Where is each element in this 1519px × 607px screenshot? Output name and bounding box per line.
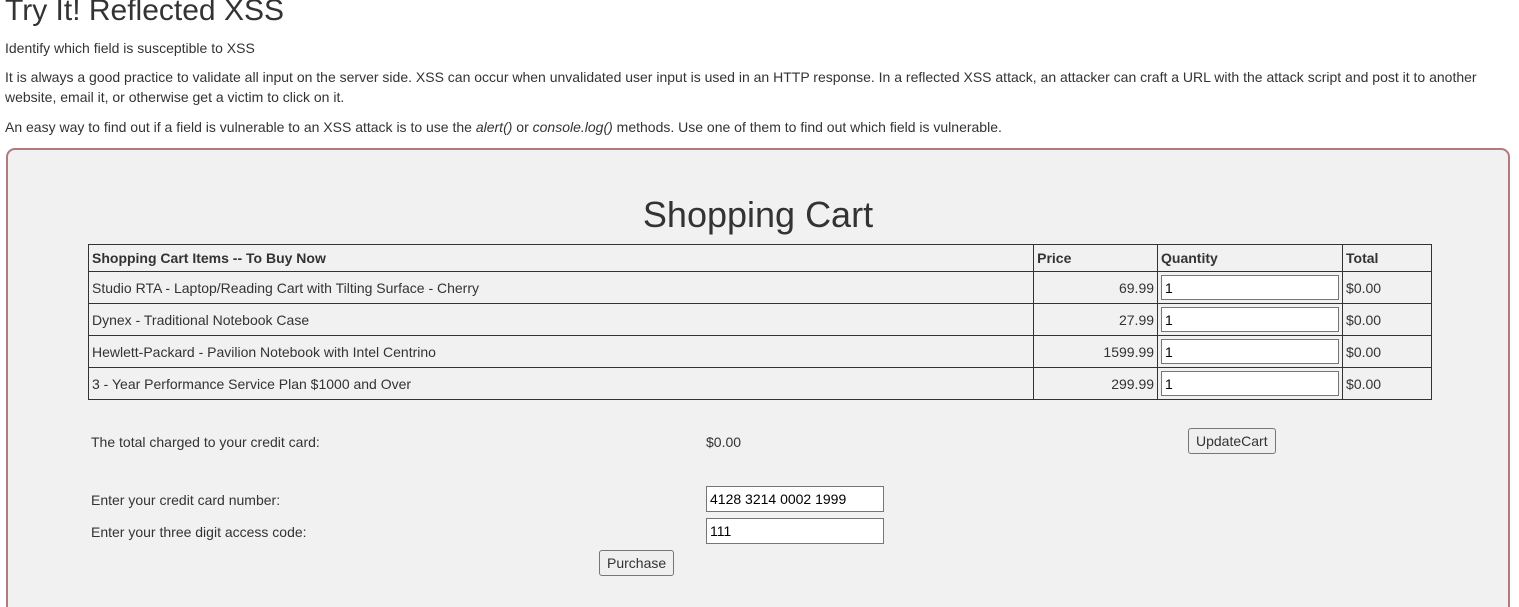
hint-console-method: console.log(): [532, 119, 613, 135]
column-header-price: Price: [1033, 244, 1159, 272]
quantity-input[interactable]: [1161, 275, 1340, 300]
item-name: Studio RTA - Laptop/Reading Cart with Ti…: [87, 271, 1035, 304]
quantity-input[interactable]: [1161, 307, 1340, 332]
credit-card-label: Enter your credit card number:: [91, 492, 281, 508]
item-name: 3 - Year Performance Service Plan $1000 …: [87, 367, 1035, 400]
page-subtitle: Identify which field is susceptible to X…: [5, 40, 255, 56]
cart-table: Shopping Cart Items -- To Buy Now Price …: [87, 244, 1432, 400]
credit-card-input[interactable]: [706, 486, 884, 512]
quantity-input[interactable]: [1161, 371, 1340, 396]
access-code-label: Enter your three digit access code:: [91, 524, 307, 540]
column-header-item: Shopping Cart Items -- To Buy Now: [87, 244, 1035, 272]
update-cart-button[interactable]: UpdateCart: [1188, 428, 1276, 454]
total-charged-label: The total charged to your credit card:: [91, 434, 320, 450]
item-name: Hewlett-Packard - Pavilion Notebook with…: [87, 335, 1035, 368]
purchase-button[interactable]: Purchase: [599, 550, 675, 576]
column-header-quantity: Quantity: [1157, 244, 1344, 272]
exercise-panel: Shopping Cart Shopping Cart Items -- To …: [6, 148, 1510, 607]
description-paragraph: It is always a good practice to validate…: [5, 69, 1477, 105]
column-header-total: Total: [1342, 244, 1432, 272]
table-row: Hewlett-Packard - Pavilion Notebook with…: [87, 335, 1432, 368]
table-row: 3 - Year Performance Service Plan $1000 …: [87, 367, 1432, 400]
cart-header-row: Shopping Cart Items -- To Buy Now Price …: [87, 244, 1432, 272]
hint-text-end: methods. Use one of them to find out whi…: [612, 119, 1002, 135]
table-row: Dynex - Traditional Notebook Case 27.99 …: [87, 303, 1432, 336]
hint-paragraph: An easy way to find out if a field is vu…: [5, 117, 1505, 137]
quantity-cell: [1157, 367, 1344, 400]
page-title: Try It! Reflected XSS: [5, 0, 284, 27]
item-name: Dynex - Traditional Notebook Case: [87, 303, 1035, 336]
total-charged-value: $0.00: [706, 434, 742, 450]
page: Try It! Reflected XSS Identify which fie…: [0, 0, 1519, 607]
item-price: 299.99: [1033, 367, 1159, 400]
item-total: $0.00: [1342, 367, 1432, 400]
access-code-input[interactable]: [706, 518, 884, 544]
table-row: Studio RTA - Laptop/Reading Cart with Ti…: [87, 271, 1432, 304]
quantity-input[interactable]: [1161, 339, 1340, 364]
quantity-cell: [1157, 303, 1344, 336]
item-price: 27.99: [1033, 303, 1159, 336]
cart-title: Shopping Cart: [642, 194, 874, 235]
hint-text-start: An easy way to find out if a field is vu…: [5, 119, 476, 135]
item-total: $0.00: [1342, 271, 1432, 304]
hint-text-or: or: [512, 119, 533, 135]
item-price: 1599.99: [1033, 335, 1159, 368]
item-total: $0.00: [1342, 303, 1432, 336]
item-price: 69.99: [1033, 271, 1159, 304]
quantity-cell: [1157, 271, 1344, 304]
hint-alert-method: alert(): [475, 119, 513, 135]
item-total: $0.00: [1342, 335, 1432, 368]
quantity-cell: [1157, 335, 1344, 368]
